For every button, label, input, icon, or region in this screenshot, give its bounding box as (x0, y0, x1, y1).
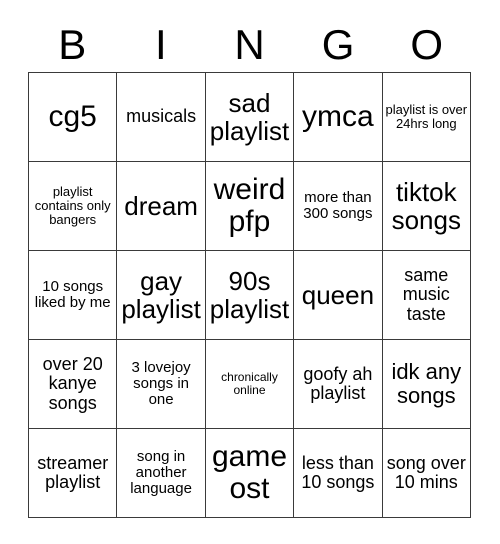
bingo-header-letter-n: N (234, 21, 265, 68)
bingo-cell[interactable]: 3 lovejoy songs in one (117, 340, 206, 429)
bingo-cell-label: gay playlist (121, 265, 201, 324)
bingo-cell-label: tiktok songs (391, 176, 461, 235)
bingo-header-letter-i: I (155, 21, 167, 68)
bingo-cell-label: cg5 (48, 99, 97, 133)
bingo-cell-label: playlist is over 24hrs long (385, 101, 468, 131)
bingo-cell-label: more than 300 songs (303, 188, 373, 222)
bingo-cell[interactable]: 10 songs liked by me (29, 251, 118, 340)
bingo-grid: cg5 musicals sad playlist ymca playlist is o… (28, 72, 471, 518)
bingo-cell-label: streamer playlist (37, 452, 109, 492)
bingo-cell-label: 10 songs liked by me (34, 277, 111, 311)
bingo-cell[interactable]: sad playlist (205, 73, 295, 162)
bingo-cell[interactable]: over 20 kanye songs (29, 340, 118, 429)
bingo-cell-label: dream (124, 190, 198, 221)
bingo-cell-label: 90s playlist (209, 265, 290, 324)
bingo-cell[interactable]: more than 300 songs (294, 162, 383, 251)
bingo-cell[interactable]: song in another language (117, 429, 206, 518)
bingo-cell[interactable]: less than 10 songs (294, 429, 383, 518)
bingo-cell-label: 3 lovejoy songs in one (131, 358, 191, 409)
bingo-cell-label: less than 10 songs (301, 452, 375, 492)
bingo-cell[interactable]: 90s playlist (205, 251, 295, 340)
bingo-cell[interactable]: idk any songs (382, 340, 471, 429)
bingo-cell-label: game ost (211, 439, 288, 505)
bingo-cell-label: sad playlist (209, 87, 290, 146)
bingo-cell[interactable]: weird pfp (205, 162, 295, 251)
bingo-cell-label: goofy ah playlist (303, 363, 373, 403)
bingo-card: B I N G O cg5 musicals sad playlist ymca pla… (0, 0, 500, 544)
bingo-cell[interactable]: cg5 (29, 73, 118, 162)
bingo-cell-label: queen (301, 279, 375, 310)
bingo-cell-label: same music taste (402, 264, 450, 324)
bingo-cell-label: song in another language (130, 447, 192, 498)
bingo-cell[interactable]: musicals (117, 73, 206, 162)
bingo-cell[interactable]: playlist is over 24hrs long (382, 73, 471, 162)
bingo-cell-label: chronically online (221, 370, 278, 397)
bingo-cell-label: over 20 kanye songs (42, 353, 103, 413)
bingo-cell-label: playlist contains only bangers (34, 183, 111, 228)
bingo-cell[interactable]: queen (294, 251, 383, 340)
bingo-header-letter-b: B (58, 21, 87, 68)
bingo-cell[interactable]: chronically online (205, 340, 295, 429)
bingo-cell[interactable]: goofy ah playlist (294, 340, 383, 429)
bingo-cell[interactable]: playlist contains only bangers (29, 162, 118, 251)
bingo-cell-label: idk any songs (391, 359, 462, 408)
bingo-cell[interactable]: same music taste (382, 251, 471, 340)
bingo-cell[interactable]: ymca (294, 73, 383, 162)
bingo-cell-label: ymca (302, 99, 374, 133)
bingo-cell[interactable]: dream (117, 162, 206, 251)
bingo-header-letter-o: O (410, 21, 443, 68)
bingo-cell-label: song over 10 mins (386, 452, 466, 492)
bingo-cell-label: musicals (126, 106, 197, 127)
bingo-cell[interactable]: game ost (205, 429, 295, 518)
bingo-cell[interactable]: gay playlist (117, 251, 206, 340)
bingo-header-letter-g: G (321, 21, 355, 68)
bingo-cell[interactable]: streamer playlist (29, 429, 118, 518)
bingo-cell[interactable]: song over 10 mins (382, 429, 471, 518)
bingo-cell-label: weird pfp (213, 172, 286, 238)
bingo-cell[interactable]: tiktok songs (382, 162, 471, 251)
bingo-header-row: B I N G O (28, 18, 471, 72)
